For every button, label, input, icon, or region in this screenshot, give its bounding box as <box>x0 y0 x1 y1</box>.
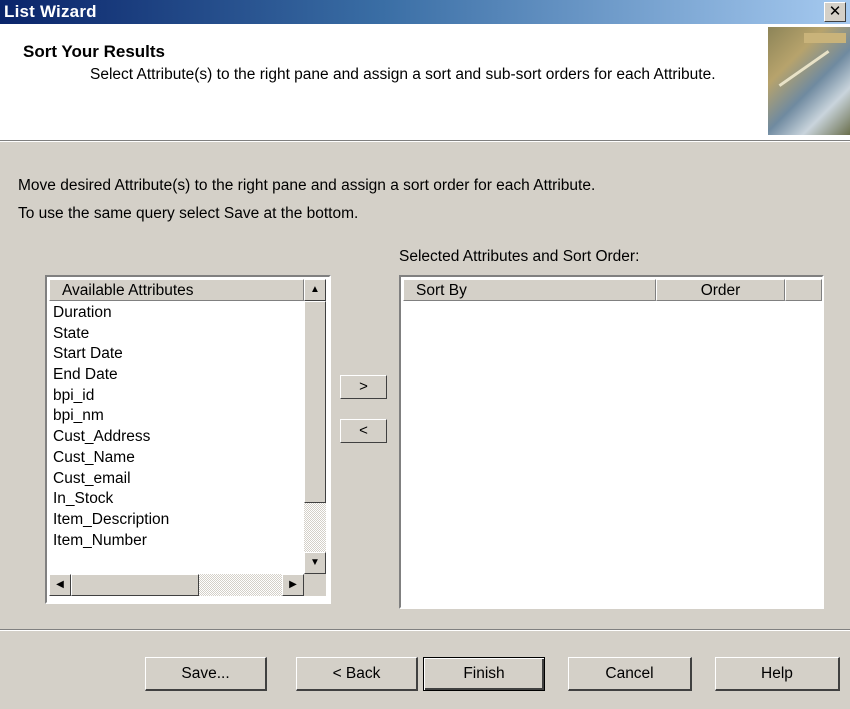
close-button[interactable]: ✕ <box>824 2 846 22</box>
window-title: List Wizard <box>4 2 97 21</box>
column-header-order[interactable]: Order <box>656 279 785 301</box>
list-item[interactable]: bpi_nm <box>53 406 303 427</box>
list-item[interactable]: End Date <box>53 365 303 386</box>
horizontal-scroll-thumb[interactable] <box>71 574 199 596</box>
available-attributes-header[interactable]: Available Attributes <box>49 279 304 301</box>
wizard-banner-image <box>768 27 850 135</box>
list-item[interactable]: Cust_email <box>53 469 303 490</box>
finish-button[interactable]: Finish <box>423 657 545 691</box>
step-title: Sort Your Results <box>23 42 166 61</box>
scroll-right-button[interactable]: ▶ <box>282 574 304 596</box>
vertical-scrollbar[interactable]: ▲ ▼ <box>304 279 326 574</box>
cancel-button[interactable]: Cancel <box>568 657 692 691</box>
instruction-line-1: Move desired Attribute(s) to the right p… <box>18 177 596 194</box>
available-attributes-items: Duration State Start Date End Date bpi_i… <box>53 303 303 551</box>
save-button[interactable]: Save... <box>145 657 267 691</box>
arrow-up-icon: ▲ <box>310 284 320 295</box>
header-divider <box>0 141 850 142</box>
list-item[interactable]: Duration <box>53 303 303 324</box>
arrow-down-icon: ▼ <box>310 557 320 568</box>
close-icon: ✕ <box>828 3 842 20</box>
list-item[interactable]: Cust_Name <box>53 448 303 469</box>
arrow-right-icon: ▶ <box>289 579 297 590</box>
list-item[interactable]: Start Date <box>53 344 303 365</box>
column-header-filler <box>785 279 822 301</box>
banner-paperclip-icon <box>778 50 830 87</box>
remove-attribute-button[interactable]: < <box>340 419 387 443</box>
scroll-up-button[interactable]: ▲ <box>304 279 326 301</box>
available-attributes-list[interactable]: Available Attributes Duration State Star… <box>45 275 331 604</box>
step-description: Select Attribute(s) to the right pane an… <box>90 66 716 83</box>
add-attribute-button[interactable]: > <box>340 375 387 399</box>
column-header-sort-by[interactable]: Sort By <box>403 279 656 301</box>
list-item[interactable]: Cust_Address <box>53 427 303 448</box>
instruction-line-2: To use the same query select Save at the… <box>18 205 359 222</box>
banner-badge-icon <box>804 33 846 43</box>
list-item[interactable]: State <box>53 324 303 345</box>
selected-attributes-list[interactable]: Sort By Order <box>399 275 824 609</box>
horizontal-scrollbar[interactable]: ◀ ▶ <box>49 574 304 596</box>
help-button[interactable]: Help <box>715 657 840 691</box>
vertical-scroll-thumb[interactable] <box>304 301 326 503</box>
back-button[interactable]: < Back <box>296 657 418 691</box>
list-item[interactable]: bpi_id <box>53 386 303 407</box>
scroll-left-button[interactable]: ◀ <box>49 574 71 596</box>
list-item[interactable]: Item_Description <box>53 510 303 531</box>
scrollbar-corner <box>304 574 326 596</box>
arrow-left-icon: ◀ <box>56 579 64 590</box>
list-item[interactable]: Item_Number <box>53 531 303 552</box>
title-bar: List Wizard ✕ <box>0 0 850 24</box>
list-item[interactable]: In_Stock <box>53 489 303 510</box>
selected-attributes-label: Selected Attributes and Sort Order: <box>399 248 640 265</box>
scroll-down-button[interactable]: ▼ <box>304 552 326 574</box>
